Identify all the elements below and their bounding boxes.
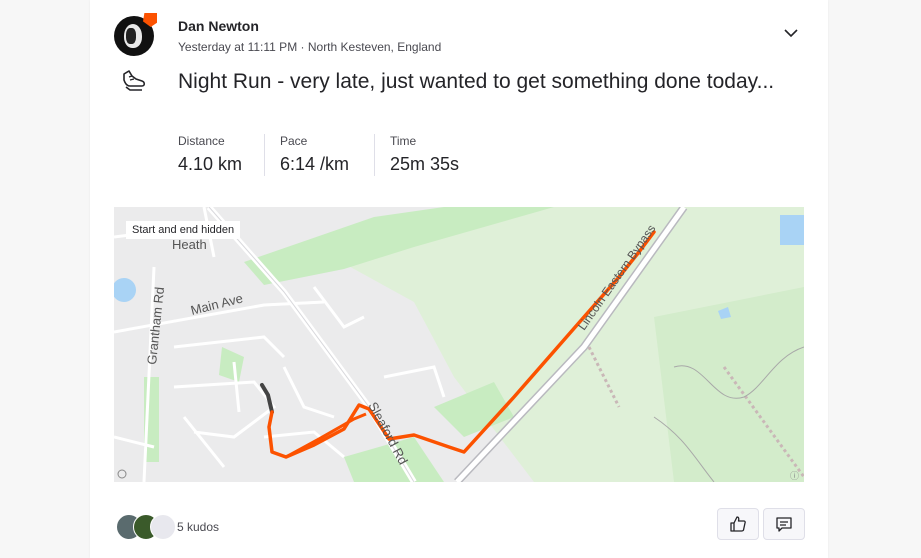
kudos-avatars[interactable] (116, 514, 176, 540)
stat-divider (374, 134, 375, 176)
map-canvas: Heath Main Ave Grantham Rd Sleaford Rd L… (114, 207, 804, 482)
map-water (780, 215, 804, 245)
stat-divider (264, 134, 265, 176)
subscriber-badge-icon (143, 13, 157, 27)
start-end-hidden-chip: Start and end hidden (126, 221, 241, 239)
stat-value: 6:14 /km (280, 154, 350, 174)
stat-label: Time (390, 134, 417, 148)
stat-value: 25m 35s (390, 154, 460, 174)
map-attribution-icon[interactable] (117, 469, 127, 479)
shoe-icon (123, 70, 146, 91)
route-map[interactable]: Heath Main Ave Grantham Rd Sleaford Rd L… (114, 207, 804, 482)
give-kudos-button[interactable] (717, 508, 759, 540)
map-label-grantham-rd: Grantham Rd (144, 286, 167, 365)
kudos-count[interactable]: 5 kudos (177, 520, 219, 534)
stat-distance: Distance 4.10 km (178, 134, 242, 175)
map-attribution-info-icon[interactable]: ⓘ (790, 471, 799, 481)
comment-button[interactable] (763, 508, 805, 540)
activity-title[interactable]: Night Run - very late, just wanted to ge… (178, 68, 778, 96)
stat-label: Pace (280, 134, 308, 148)
map-label-heath: Heath (172, 237, 207, 252)
map-water (114, 278, 136, 302)
stat-pace: Pace 6:14 /km (280, 134, 349, 175)
route-hidden-segment (260, 383, 274, 414)
thumbs-up-icon (730, 516, 746, 532)
chevron-down-icon[interactable] (782, 24, 800, 42)
map-park (219, 347, 244, 382)
stat-label: Distance (178, 134, 225, 148)
stat-value: 4.10 km (178, 154, 243, 174)
stat-time: Time 25m 35s (390, 134, 459, 175)
athlete-name[interactable]: Dan Newton (178, 18, 259, 34)
avatar-shadow (126, 28, 136, 44)
route-line (285, 412, 367, 459)
activity-card: Dan Newton Yesterday at 11:11 PM · North… (90, 0, 828, 558)
athlete-avatar[interactable] (114, 13, 157, 56)
kudos-avatar[interactable] (150, 514, 176, 540)
activity-meta: Yesterday at 11:11 PM · North Kesteven, … (178, 40, 442, 54)
comment-icon (776, 517, 792, 532)
